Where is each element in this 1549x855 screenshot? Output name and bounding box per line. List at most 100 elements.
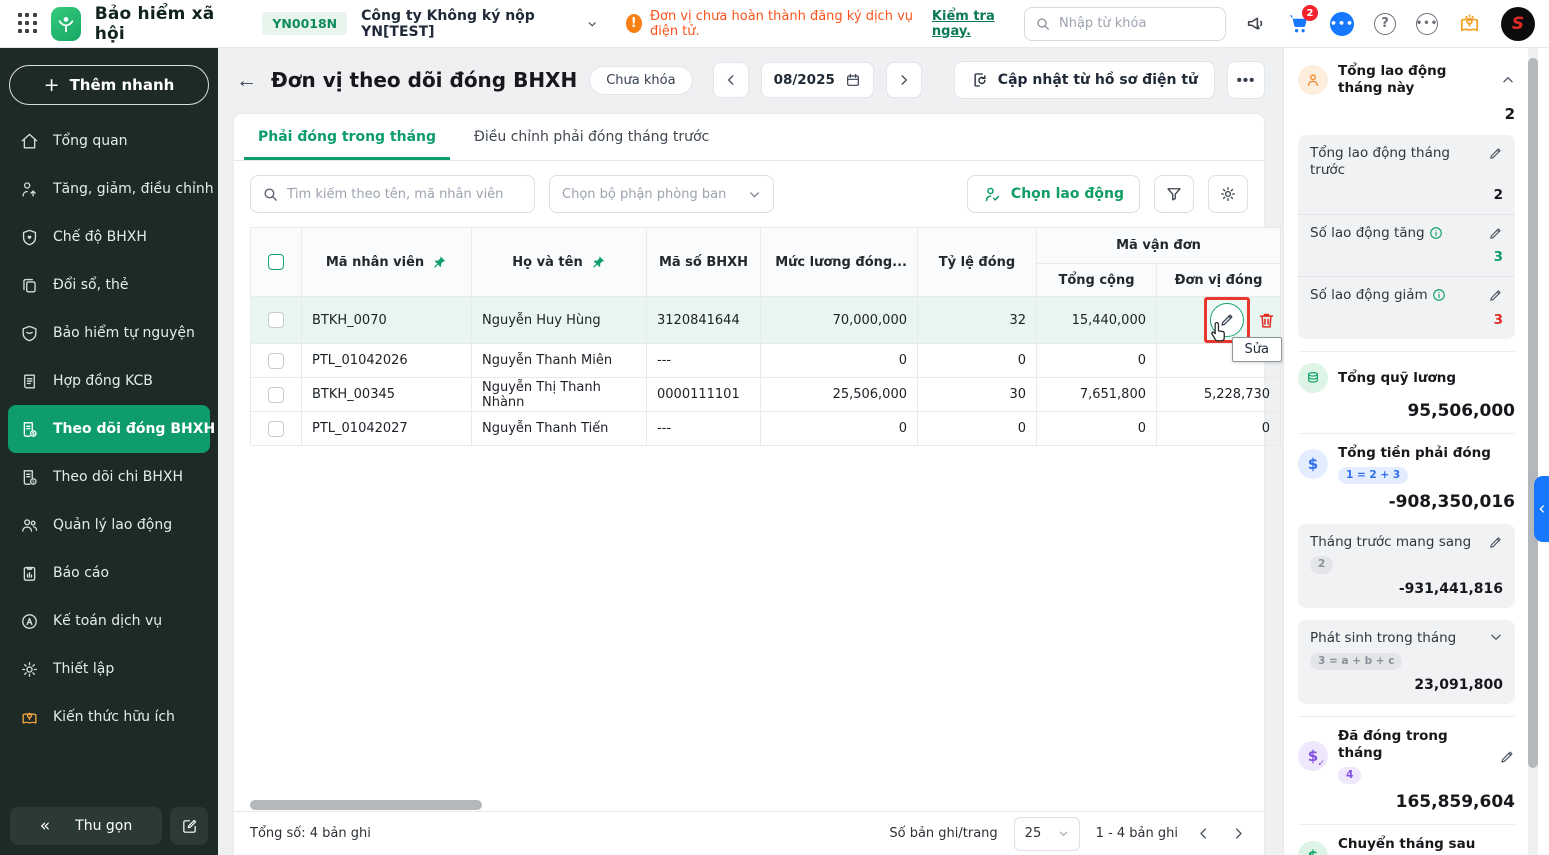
subrow-value: 3 [1493, 249, 1503, 266]
col-total: Tổng cộng [1036, 263, 1157, 297]
select-employee-button[interactable]: Chọn lao động [966, 175, 1140, 213]
delete-row-button[interactable] [1257, 311, 1276, 330]
sidebar-item-ke-toan-dich-vu[interactable]: Kế toán dịch vụ [8, 597, 210, 645]
per-page-value: 25 [1024, 826, 1042, 841]
edit-icon[interactable] [1488, 226, 1503, 241]
panel-collapse-tab[interactable] [1534, 476, 1549, 542]
sidebar-item-label: Theo dõi đóng BHXH [53, 421, 216, 437]
stat-title: Đã đóng trong tháng 4 [1338, 728, 1489, 785]
sidebar-item-doi-so-the[interactable]: Đổi sổ, thẻ [8, 261, 210, 309]
sidebar-collapse-button[interactable]: « Thu gọn [10, 807, 162, 845]
sidebar-item-thiet-lap[interactable]: Thiết lập [8, 645, 210, 693]
calendar-icon [846, 73, 859, 86]
knowledge-lamp-icon[interactable] [1458, 12, 1481, 35]
vscroll-thumb[interactable] [1528, 58, 1538, 768]
table-row[interactable]: BTKH_00345 Nguyễn Thị Thanh Nhànn 000011… [250, 377, 1282, 412]
doc-dollar-icon: $ [23, 469, 37, 485]
company-selector[interactable]: Công ty Không ký nộp YN[TEST] [361, 8, 597, 40]
apps-grid-icon[interactable] [18, 12, 37, 35]
pin-icon[interactable] [432, 255, 447, 270]
month-picker[interactable]: 08/2025 [760, 62, 874, 98]
main-content: ← Đơn vị theo dõi đóng BHXH Chưa khóa 08… [218, 48, 1283, 855]
search-icon [1037, 17, 1049, 30]
update-from-edoc-button[interactable]: Cập nhật từ hồ sơ điện tử [953, 61, 1215, 99]
dollar-check-icon: $ ✓ [1298, 741, 1328, 772]
prev-page-button[interactable] [1194, 824, 1213, 843]
department-select[interactable]: Chọn bộ phận phòng ban [549, 175, 774, 213]
sidebar-item-kien-thuc-huu-ich[interactable]: Kiến thức hữu ích [8, 693, 210, 741]
cell-rate: 0 [917, 411, 1037, 446]
prev-month-button[interactable] [712, 62, 749, 98]
check-now-link[interactable]: Kiểm tra ngay. [932, 9, 1024, 39]
shield-icon [22, 325, 37, 341]
filter-button[interactable] [1154, 175, 1194, 213]
sidebar-item-bao-cao[interactable]: Báo cáo [8, 549, 210, 597]
sidebar-item-bao-hiem-tu-nguyen[interactable]: Bảo hiểm tự nguyện [8, 309, 210, 357]
stat-subcard: Tháng trước mang sang 2 -931,441,816 [1298, 523, 1515, 609]
row-checkbox[interactable] [268, 312, 284, 328]
chevron-left-icon [727, 75, 734, 85]
per-page-select[interactable]: 25 [1013, 816, 1080, 851]
edit-icon[interactable] [1499, 749, 1515, 765]
page-more-button[interactable]: ••• [1227, 61, 1265, 99]
edit-icon[interactable] [1488, 146, 1503, 161]
global-search [1024, 6, 1226, 41]
tab-phai-dong-trong-thang[interactable]: Phải đóng trong tháng [244, 114, 451, 160]
sidebar-item-che-do-bhxh[interactable]: Chế độ BHXH [8, 213, 210, 261]
help-icon[interactable]: ? [1374, 12, 1396, 35]
shield-heart-icon [22, 229, 37, 245]
next-month-button[interactable] [885, 62, 922, 98]
table-row[interactable]: BTKH_0070 Nguyễn Huy Hùng 3120841644 70,… [250, 296, 1283, 362]
cart-icon[interactable]: 2 [1287, 5, 1318, 35]
col-full-name: Họ và tên [512, 254, 583, 270]
quick-add-button[interactable]: + Thêm nhanh [9, 65, 209, 105]
sidebar-edit-button[interactable] [170, 807, 208, 845]
page-header: ← Đơn vị theo dõi đóng BHXH Chưa khóa 08… [218, 48, 1283, 110]
table-row[interactable]: PTL_01042026 Nguyễn Thanh Miên --- 0 0 0 [250, 343, 1282, 378]
user-avatar[interactable]: S [1501, 6, 1535, 41]
table-row[interactable]: PTL_01042027 Nguyễn Thanh Tiến --- 0 0 0… [250, 411, 1282, 446]
horizontal-scrollbar[interactable] [250, 799, 1248, 811]
hscroll-thumb[interactable] [250, 800, 482, 810]
plus-icon: + [43, 74, 60, 96]
edit-icon[interactable] [1488, 535, 1503, 550]
more-options-icon[interactable]: ••• [1416, 12, 1438, 35]
section-carry-next-month: $→ Chuyển tháng sau 5 = 1 - 4 -1,074,209… [1298, 825, 1515, 855]
sidebar-item-theo-doi-chi-bhxh[interactable]: $ Theo dõi chi BHXH [8, 453, 210, 501]
month-value: 08/2025 [773, 72, 835, 88]
filter-icon [1167, 188, 1181, 201]
info-icon[interactable] [1429, 226, 1443, 240]
sidebar-item-quan-ly-lao-dong[interactable]: Quản lý lao động [8, 501, 210, 549]
chevron-up-icon[interactable] [1501, 73, 1515, 87]
subrow-label: Số lao động tăng [1310, 225, 1481, 243]
select-all-checkbox[interactable] [268, 254, 284, 270]
global-search-input[interactable] [1059, 16, 1209, 31]
pin-icon[interactable] [591, 255, 606, 270]
chevron-down-icon [1059, 831, 1067, 837]
row-checkbox[interactable] [268, 386, 284, 403]
sidebar-item-tang-giam[interactable]: Tăng, giảm, điều chỉnh [8, 165, 214, 213]
vertical-scrollbar[interactable] [1528, 48, 1538, 855]
info-icon[interactable] [1432, 288, 1446, 302]
edit-icon[interactable] [1488, 288, 1503, 303]
sidebar-item-theo-doi-dong-bhxh[interactable]: $ Theo dõi đóng BHXH [8, 405, 215, 453]
chat-icon[interactable]: ••• [1330, 11, 1354, 36]
back-button[interactable]: ← [234, 70, 259, 91]
sidebar-item-tong-quan[interactable]: Tổng quan [8, 117, 210, 165]
svg-text:$: $ [32, 431, 35, 437]
gear-icon [1220, 186, 1236, 202]
sidebar-item-hop-dong-kcb[interactable]: Hợp đồng KCB [8, 357, 210, 405]
cell-rate: 32 [917, 296, 1037, 344]
table-settings-button[interactable] [1208, 175, 1248, 213]
megaphone-icon[interactable] [1246, 13, 1267, 34]
circle-a-icon [22, 613, 37, 629]
cell-total: 0 [1036, 343, 1157, 378]
tab-dieu-chinh-thang-truoc[interactable]: Điều chỉnh phải đóng tháng trước [460, 114, 723, 160]
row-checkbox[interactable] [268, 352, 284, 369]
doc-dollar-icon: $ [23, 421, 37, 437]
row-checkbox[interactable] [268, 420, 284, 437]
chevron-down-icon[interactable] [1489, 630, 1503, 644]
employee-search-input[interactable] [287, 186, 517, 202]
next-page-button[interactable] [1229, 824, 1248, 843]
company-code-badge: YN0018N [262, 12, 348, 35]
